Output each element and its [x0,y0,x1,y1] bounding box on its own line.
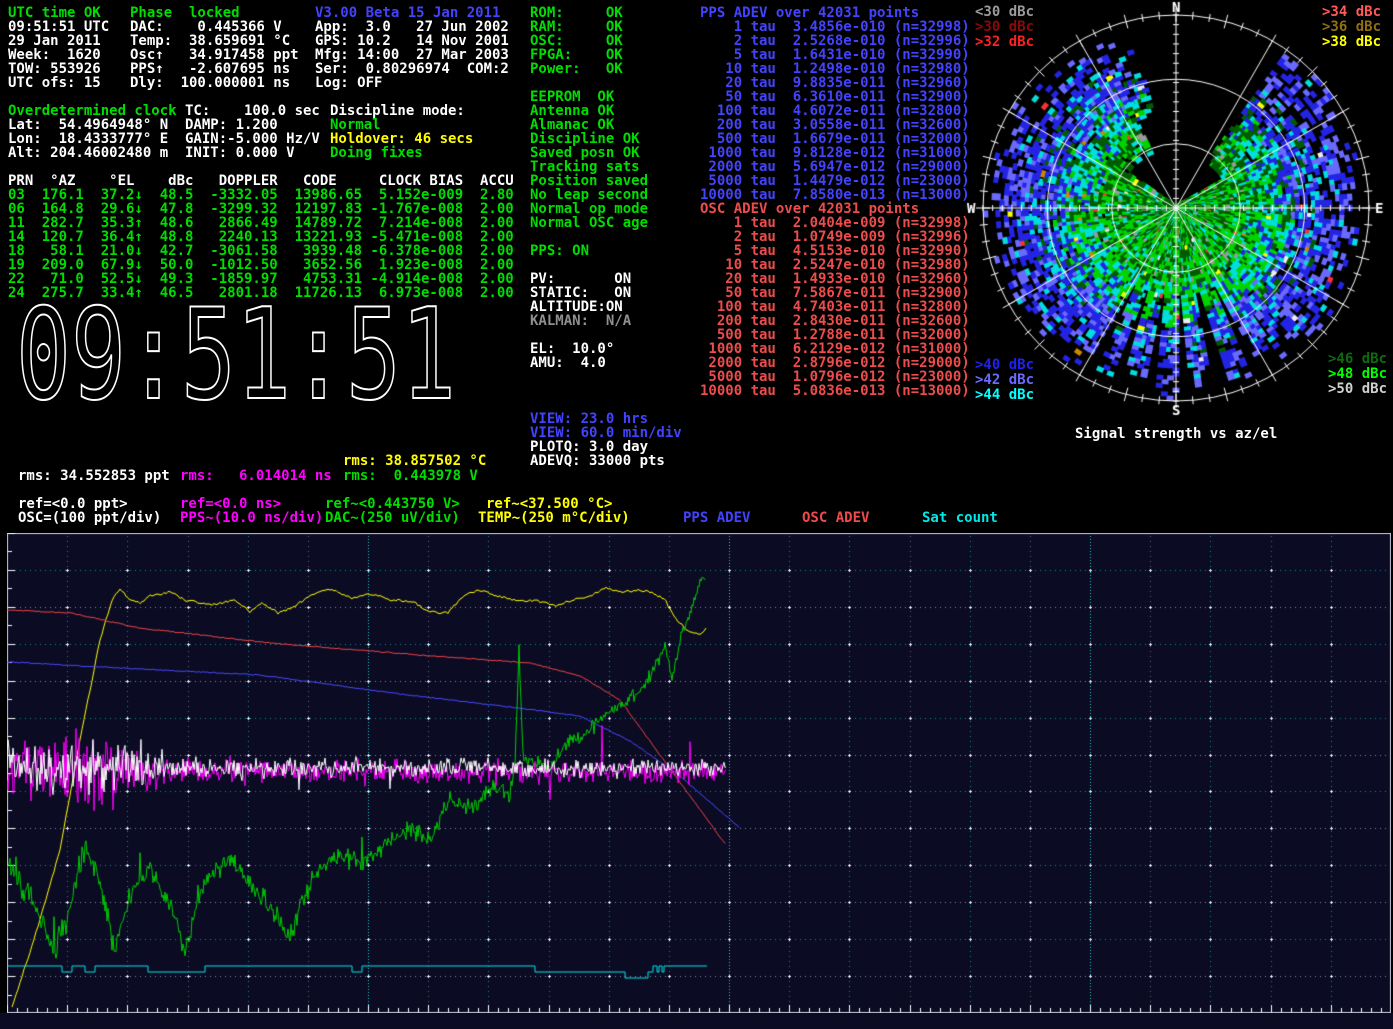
legend-item: >46 dBc [1328,352,1387,367]
rms-temp: rms: 38.857502 °C [343,454,486,468]
discipline-fixes: Doing fixes [330,146,423,160]
lady-heather-gpsdo-screen: UTC time OK 09:51:51 UTC 29 Jan 2011 Wee… [0,0,1393,1029]
ref-osc: ref=<0.0 ppt> [18,497,128,511]
scale-pps: PPS~(10.0 ns/div) [180,511,323,525]
pps-adev-table: PPS ADEV over 42031 points 1 tau 3.4856e… [700,6,970,202]
sat-table-header: PRN °AZ °EL dBc DOPPLER CODE CLOCK BIAS … [8,174,514,188]
osc-adev-table: OSC ADEV over 42031 points 1 tau 2.0404e… [700,202,970,398]
legend-item: >50 dBc [1328,382,1387,397]
plot-queue-settings: PLOTQ: 3.0 day ADEVQ: 33000 pts [530,440,665,468]
digital-clock-text: 09:51:51 [16,298,456,412]
discipline-normal: Normal [330,118,381,132]
polar-legend-bottom-left: >40 dBc>42 dBc>44 dBc [975,358,1034,403]
rms-dac: rms: 0.443978 V [343,469,478,483]
legend-item: >40 dBc [975,358,1034,373]
phase-status-header: Phase locked [130,6,240,20]
time-block: 09:51:51 UTC 29 Jan 2011 Week: 1620 TOW:… [8,20,109,90]
rms-pps: rms: 6.014014 ns [180,469,332,483]
legend-item: <30 dBc [975,5,1034,20]
scale-sat-count: Sat count [922,511,998,525]
legend-item: >38 dBc [1322,35,1381,50]
discipline-holdover: Holdover: 46 secs [330,132,473,146]
legend-item: >30 dBc [975,20,1034,35]
digital-clock: 09:51:51 [12,298,474,412]
sat-table-rows: 03 176.1 37.2↓ 48.5 -3332.05 13986.65 5.… [8,188,514,300]
version-block: App: 3.0 27 Jun 2002 GPS: 10.2 14 Nov 20… [315,20,509,90]
scale-osc-adev: OSC ADEV [802,511,869,525]
phase-block: DAC: 0.445366 V Temp: 38.659691 °C Osc↑ … [130,20,299,90]
position-header: Overdetermined clock [8,104,177,118]
bottom-strip [0,1013,1393,1029]
ref-dac: ref~<0.443750 V> [325,497,460,511]
polar-legend-top-right: >34 dBc>36 dBc>38 dBc [1322,5,1381,50]
legend-item: >48 dBc [1328,367,1387,382]
fix-flags: PV: ON STATIC: ON ALTITUDE:ON [530,272,631,314]
receiver-status-list: ROM: OK RAM: OK OSC: OK FPGA: OK Power: … [530,6,648,230]
polar-legend-top-left: <30 dBc>30 dBc>32 dBc [975,5,1034,50]
scale-osc: OSC=(100 ppt/div) [18,511,161,525]
ref-temp: ref~<37.500 °C> [486,497,612,511]
loop-params-block: TC: 100.0 sec DAMP: 1.200 GAIN:-5.000 Hz… [185,104,320,160]
pps-state: PPS: ON [530,244,589,258]
scale-dac: DAC~(250 uV/div) [325,511,460,525]
rms-osc: rms: 34.552853 ppt [18,469,170,483]
version-header: V3.00 Beta 15 Jan 2011 [315,6,500,20]
history-plot-canvas [7,533,1391,1013]
legend-item: >44 dBc [975,388,1034,403]
scale-pps-adev: PPS ADEV [683,511,750,525]
polar-legend-bottom-right: >46 dBc>48 dBc>50 dBc [1328,352,1387,397]
utc-status-header: UTC time OK [8,6,101,20]
kalman-flag: KALMAN: N/A [530,314,631,328]
view-settings: VIEW: 23.0 hrs VIEW: 60.0 min/div [530,412,682,440]
legend-item: >36 dBc [1322,20,1381,35]
legend-item: >32 dBc [975,35,1034,50]
ref-pps: ref=<0.0 ns> [180,497,281,511]
polar-caption: Signal strength vs az/el [1075,427,1277,441]
scale-temp: TEMP~(250 m°C/div) [478,511,630,525]
position-block: Lat: 54.4964948° N Lon: 18.4333777° E Al… [8,118,168,160]
legend-item: >34 dBc [1322,5,1381,20]
legend-item: >42 dBc [975,373,1034,388]
discipline-header: Discipline mode: [330,104,465,118]
el-amu-block: EL: 10.0° AMU: 4.0 [530,342,614,370]
